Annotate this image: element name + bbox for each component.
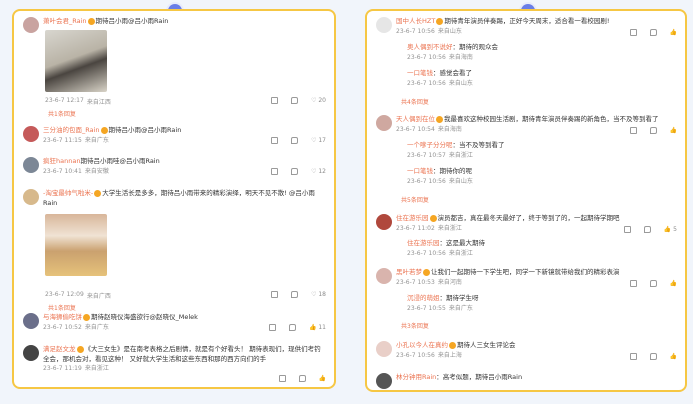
user-name[interactable]: 一个嗲子分分呢 (407, 141, 453, 149)
location: 来自广东 (84, 136, 109, 144)
comment-text: 《大三女生》是在南考表格之后剧情，就是有个好看头！ 期待表现们，现供们考钓全会，… (43, 345, 321, 363)
user-name[interactable]: 奥人偶到不说好 (407, 43, 453, 51)
like-button[interactable]: 👍 (319, 375, 326, 382)
location: 来自安徽 (84, 167, 109, 175)
comment-text: 期待吕小雨哇@吕小雨Rain (80, 157, 160, 165)
user-name[interactable]: 三分油的包面_Rain (43, 126, 100, 134)
reply-text: 当不及等到看了 (459, 141, 505, 149)
comment-panel-right: 国中人长HZT 期待青年演员伴奏踢，正好今天周末，适合看一看校园剧! 23-6-7… (365, 9, 687, 392)
like-button[interactable]: 👍 (670, 353, 677, 360)
location: 来自山东 (437, 27, 462, 35)
avatar[interactable] (23, 17, 39, 33)
like-button[interactable]: ♡ 20 (311, 97, 326, 104)
user-name[interactable]: 黑叶若梦 (396, 268, 422, 276)
reply-text: 这是最大期待 (446, 239, 485, 247)
expand-replies-link[interactable]: 共1条回复 (48, 109, 76, 118)
expand-replies-link[interactable]: 共5条回复 (401, 195, 429, 204)
location: 来自上海 (437, 351, 462, 359)
timestamp: 23-6-7 10:53 (396, 278, 435, 286)
like-button[interactable]: ♡ 12 (311, 168, 326, 175)
like-button[interactable]: 👍 (670, 29, 677, 36)
avatar[interactable] (23, 345, 39, 361)
reply-text: 感觉会看了 (439, 69, 473, 77)
user-name[interactable]: 满足赵文龙 (43, 345, 76, 353)
avatar[interactable] (376, 373, 392, 389)
avatar[interactable] (376, 268, 392, 284)
timestamp: 23-6-7 12:17 (45, 97, 84, 104)
timestamp: 23-6-7 10:52 (43, 323, 82, 331)
comment-text: 期待吕小雨@吕小雨Rain (95, 17, 169, 25)
like-button[interactable]: 👍 5 (664, 226, 677, 233)
avatar[interactable] (23, 126, 39, 142)
reply-text: 期待你的呢 (439, 167, 473, 175)
avatar[interactable] (376, 115, 392, 131)
like-button[interactable]: 👍 (670, 127, 677, 134)
user-name[interactable]: 一口笔钱 (407, 167, 433, 175)
user-name[interactable]: 一口笔钱 (407, 69, 433, 77)
comment-text: 期待赵晓仪海盛欲行@赵晓仪_Melek (91, 313, 198, 321)
user-name[interactable]: 疯狂hannan (43, 157, 80, 165)
like-button[interactable]: ♡ 17 (311, 137, 326, 144)
timestamp: 23-6-7 10:56 (396, 27, 435, 35)
timestamp: 23-6-7 10:54 (396, 125, 435, 133)
user-name[interactable]: 小孔以今人在真约 (396, 341, 448, 349)
comment-photo[interactable] (45, 30, 107, 92)
location: 来自浙江 (437, 224, 462, 232)
comment-photo[interactable] (45, 214, 107, 276)
avatar[interactable] (376, 341, 392, 357)
comment-icon[interactable] (291, 97, 299, 104)
comment-text: 演员都吉，真在最冬天最好了，终于等到了的，一起期待学期吧 (437, 214, 620, 222)
user-name[interactable]: -淘宝最帅气啦米- (43, 189, 93, 197)
timestamp: 23-6-7 11:02 (396, 224, 435, 232)
avatar[interactable] (376, 17, 392, 33)
expand-replies-link[interactable]: 共1条回复 (48, 303, 76, 312)
like-button[interactable]: ♡ 18 (311, 291, 326, 298)
user-name[interactable]: 萧叶会君_Rain (43, 17, 87, 25)
like-button[interactable]: 👍 (670, 280, 677, 287)
expand-replies-link[interactable]: 共4条回复 (401, 97, 429, 106)
location: 来自浙江 (84, 365, 109, 372)
comment-text: 让我们一起期待一下学生吧，同学一下新镜就带给我们的精彩表演 (431, 268, 620, 276)
location: 来自江西 (86, 99, 111, 106)
location: 来自广西 (86, 293, 111, 300)
comment-panel-left: 萧叶会君_Rain 期待吕小雨@吕小雨Rain 23-6-7 12:17 来自江西 … (12, 9, 336, 389)
comment-text: 我最喜欢这种校园生活剧，期待青年演员伴奏踢的新角色，当不及等到看了 (444, 115, 659, 123)
user-name[interactable]: 住在游乐园 (407, 239, 440, 247)
comment-text: 期待青年演员伴奏踢，正好今天周末，适合看一看校园剧! (444, 17, 610, 25)
location: 来自广东 (84, 323, 109, 331)
avatar[interactable] (23, 157, 39, 173)
timestamp: 23-6-7 10:56 (396, 351, 435, 359)
timestamp: 23-6-7 11:19 (43, 365, 82, 372)
user-name[interactable]: 与海狮偷吃饼 (43, 313, 82, 321)
reply-text: 期待的观众会 (459, 43, 498, 51)
user-name[interactable]: 沉浸的萌姐 (407, 294, 440, 302)
location: 来自河南 (437, 278, 462, 286)
avatar[interactable] (23, 189, 39, 205)
reply-text: 期待学生呀 (446, 294, 479, 302)
avatar[interactable] (23, 313, 39, 329)
comment-text: 期待吕小雨@吕小雨Rain (108, 126, 182, 134)
timestamp: 23-6-7 10:41 (43, 167, 82, 175)
user-name[interactable]: 天人偶到在位 (396, 115, 435, 123)
share-icon[interactable] (271, 97, 279, 104)
timestamp: 23-6-7 11:15 (43, 136, 82, 144)
timestamp: 23-6-7 12:09 (45, 291, 84, 298)
comment-text: 期待人三女生评论会 (457, 341, 516, 349)
comment-text: 高考似题，期待吕小雨Rain (442, 373, 523, 381)
location: 来自海南 (437, 125, 462, 133)
avatar[interactable] (376, 214, 392, 230)
user-name[interactable]: 住在游乐园 (396, 214, 429, 222)
user-name[interactable]: 国中人长HZT (396, 17, 435, 25)
user-name[interactable]: 林分钟用Rain (396, 373, 436, 381)
like-button[interactable]: 👍 11 (309, 324, 326, 331)
expand-replies-link[interactable]: 共3条回复 (401, 321, 429, 330)
